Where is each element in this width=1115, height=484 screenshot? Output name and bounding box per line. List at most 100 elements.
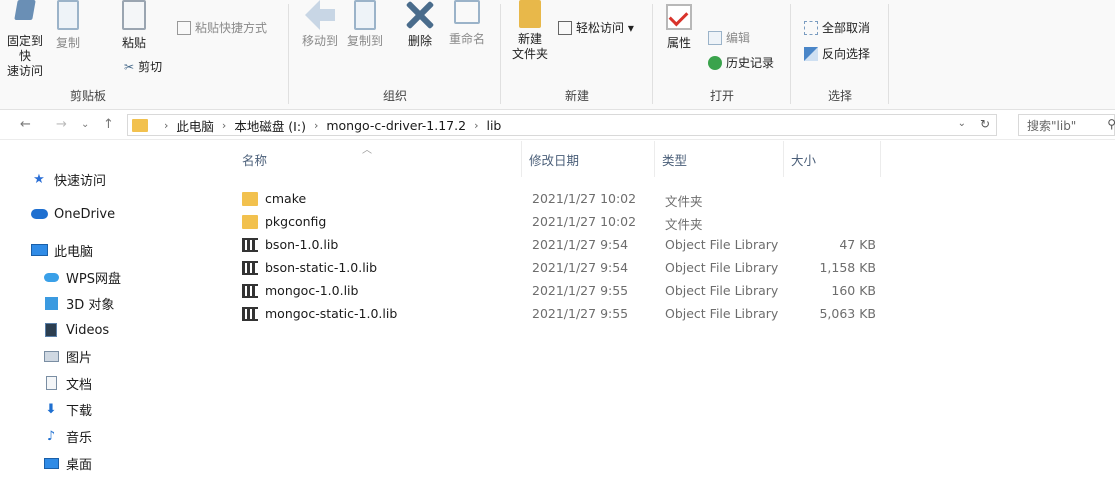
nav-item-3d-objects[interactable]: 3D 对象	[42, 291, 114, 315]
ribbon-separator	[500, 4, 501, 104]
file-type: Object File Library	[665, 283, 779, 298]
breadcrumb-separator-icon[interactable]: ›	[314, 119, 318, 132]
delete-button[interactable]: 删除	[402, 0, 438, 49]
nav-item-label: Videos	[66, 322, 110, 338]
ribbon-separator	[790, 4, 791, 104]
desktop-icon	[42, 455, 60, 471]
pin-icon	[12, 0, 38, 28]
file-name-cell: mongoc-1.0.lib	[242, 283, 358, 298]
search-placeholder: 搜索"lib"	[1027, 118, 1077, 133]
move-to-label: 移动到	[301, 34, 338, 48]
file-row[interactable]: pkgconfig 2021/1/27 10:02 文件夹	[218, 210, 1115, 233]
nav-item-label: 此电脑	[54, 244, 94, 260]
file-date: 2021/1/27 9:54	[532, 260, 629, 275]
column-header-name[interactable]: 名称	[236, 141, 522, 177]
new-folder-button[interactable]: 新建 文件夹	[508, 0, 552, 62]
paste-shortcut-button[interactable]: 粘贴快捷方式	[177, 19, 267, 36]
breadcrumb-item[interactable]: lib	[486, 118, 501, 133]
cut-button[interactable]: ✂ 剪切	[124, 58, 162, 75]
rename-icon	[454, 0, 480, 24]
breadcrumb[interactable]: › 此电脑 › 本地磁盘 (I:) › mongo-c-driver-1.17.…	[127, 114, 997, 136]
ribbon-separator	[888, 4, 889, 104]
breadcrumb-separator-icon[interactable]: ›	[222, 119, 226, 132]
edit-button[interactable]: 编辑	[708, 29, 750, 46]
properties-button[interactable]: 属性	[662, 0, 696, 51]
nav-item-label: 文档	[66, 377, 93, 393]
invert-selection-button[interactable]: 反向选择	[804, 45, 870, 62]
paste-button[interactable]: 粘贴	[118, 0, 150, 51]
file-name: mongoc-1.0.lib	[265, 283, 359, 298]
file-name: cmake	[265, 191, 307, 206]
paste-label: 粘贴	[121, 36, 146, 50]
nav-item-videos[interactable]: Videos	[42, 318, 109, 342]
forward-arrow-icon[interactable]: →	[56, 117, 67, 132]
nav-item-label: 桌面	[66, 457, 93, 473]
nav-item-wps-cloud[interactable]: WPS网盘	[42, 265, 121, 289]
history-label: 历史记录	[726, 56, 775, 70]
copy-to-button[interactable]: 复制到	[342, 0, 388, 49]
copy-to-icon	[354, 0, 376, 30]
nav-item-onedrive[interactable]: OneDrive	[30, 202, 115, 226]
nav-item-documents[interactable]: 文档	[42, 371, 92, 395]
search-icon: ⚲	[1107, 117, 1115, 131]
file-name: bson-static-1.0.lib	[265, 260, 378, 275]
easy-access-label: 轻松访问 ▾	[576, 21, 634, 35]
breadcrumb-item[interactable]: mongo-c-driver-1.17.2	[326, 118, 466, 133]
back-arrow-icon[interactable]: ←	[20, 117, 31, 132]
file-date: 2021/1/27 9:55	[532, 306, 629, 321]
folder-icon	[242, 191, 258, 206]
search-input[interactable]: 搜索"lib" ⚲	[1018, 114, 1115, 136]
computer-icon	[30, 242, 48, 258]
edit-icon	[708, 30, 722, 45]
column-header-date[interactable]: 修改日期	[523, 141, 655, 177]
file-name-cell: bson-1.0.lib	[242, 237, 338, 252]
recent-locations-chevron-icon[interactable]: ⌄	[81, 119, 89, 130]
nav-item-label: 下载	[66, 403, 93, 419]
file-name: bson-1.0.lib	[265, 237, 339, 252]
nav-item-music[interactable]: ♪ 音乐	[42, 424, 92, 448]
nav-item-pictures[interactable]: 图片	[42, 344, 92, 368]
nav-item-downloads[interactable]: ⬇ 下载	[42, 397, 92, 421]
breadcrumb-item[interactable]: 本地磁盘 (I:)	[234, 116, 306, 135]
refresh-icon[interactable]: ↻	[980, 117, 990, 131]
address-dropdown-chevron-icon[interactable]: ⌄	[958, 118, 966, 129]
invert-selection-label: 反向选择	[822, 47, 871, 61]
file-date: 2021/1/27 10:02	[532, 191, 637, 206]
file-name-cell: pkgconfig	[242, 214, 326, 229]
new-folder-icon	[519, 0, 541, 28]
nav-item-label: 音乐	[66, 430, 93, 446]
organize-group-title: 组织	[382, 89, 407, 103]
easy-access-icon	[558, 20, 572, 35]
easy-access-button[interactable]: 轻松访问 ▾	[558, 19, 634, 36]
file-row[interactable]: cmake 2021/1/27 10:02 文件夹	[218, 187, 1115, 210]
column-header-type[interactable]: 类型	[656, 141, 784, 177]
move-to-button[interactable]: 移动到	[298, 0, 342, 49]
star-icon: ★	[33, 171, 45, 187]
file-name: mongoc-static-1.0.lib	[265, 306, 398, 321]
select-none-button[interactable]: 全部取消	[804, 19, 870, 36]
up-arrow-icon[interactable]: ↑	[103, 117, 114, 132]
nav-item-this-pc[interactable]: 此电脑	[30, 238, 93, 262]
new-folder-label: 新建 文件夹	[511, 32, 548, 61]
column-header-label: 修改日期	[529, 152, 580, 168]
edit-label: 编辑	[726, 31, 751, 45]
rename-button[interactable]: 重命名	[444, 0, 490, 47]
address-bar: ← → ⌄ ↑ › 此电脑 › 本地磁盘 (I:) › mongo-c-driv…	[0, 110, 1115, 140]
copy-button[interactable]: 复制	[50, 0, 86, 51]
pictures-icon	[42, 348, 60, 364]
folder-icon	[132, 118, 148, 132]
column-header-size[interactable]: 大小	[785, 141, 881, 177]
pin-to-quick-access-button[interactable]: 固定到快 速访问	[2, 0, 48, 79]
breadcrumb-separator-icon[interactable]: ›	[474, 119, 478, 132]
file-size: 160 KB	[831, 283, 876, 298]
breadcrumb-item[interactable]: 此电脑	[176, 116, 214, 135]
nav-item-quick-access[interactable]: ★ 快速访问	[30, 167, 106, 191]
file-row[interactable]: mongoc-1.0.lib 2021/1/27 9:55 Object Fil…	[218, 279, 1115, 302]
file-row[interactable]: mongoc-static-1.0.lib 2021/1/27 9:55 Obj…	[218, 302, 1115, 325]
select-none-icon	[804, 20, 818, 35]
file-row[interactable]: bson-1.0.lib 2021/1/27 9:54 Object File …	[218, 233, 1115, 256]
nav-item-desktop[interactable]: 桌面	[42, 451, 92, 475]
file-row[interactable]: bson-static-1.0.lib 2021/1/27 9:54 Objec…	[218, 256, 1115, 279]
breadcrumb-separator-icon[interactable]: ›	[164, 119, 168, 132]
history-button[interactable]: 历史记录	[708, 54, 774, 71]
